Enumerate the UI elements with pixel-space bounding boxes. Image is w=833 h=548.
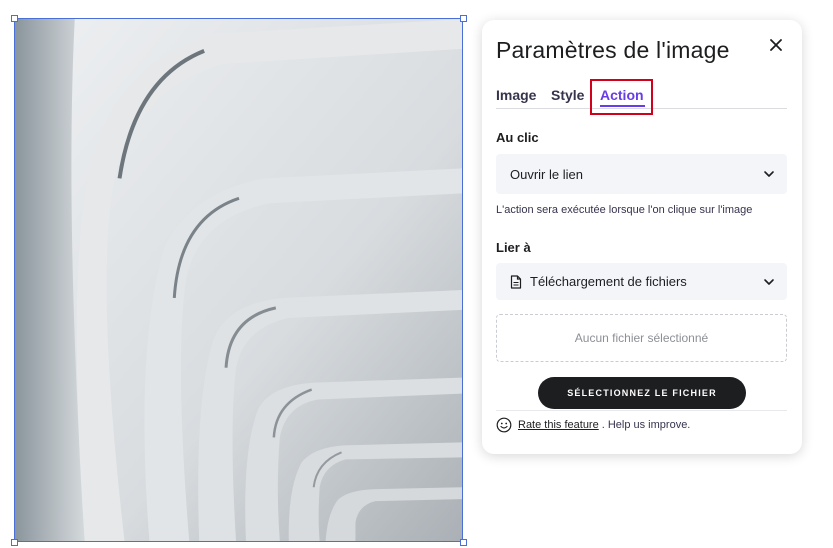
on-click-label: Au clic	[496, 130, 539, 145]
architecture-photo	[15, 19, 462, 541]
on-click-hint: L'action sera exécutée lorsque l'on cliq…	[496, 204, 753, 216]
highlight-box	[590, 79, 653, 115]
file-drop-zone[interactable]: Aucun fichier sélectionné	[496, 314, 787, 362]
tab-image[interactable]: Image	[496, 87, 536, 103]
resize-handle-bottom-left[interactable]	[11, 539, 18, 546]
close-icon	[770, 39, 782, 51]
chevron-down-icon	[764, 171, 774, 177]
tab-style[interactable]: Style	[551, 87, 584, 103]
image-settings-panel: Paramètres de l'image Image Style Action…	[482, 20, 802, 454]
rate-feature-link[interactable]: Rate this feature	[518, 419, 599, 431]
on-click-select[interactable]: Ouvrir le lien	[496, 154, 787, 194]
smiley-icon	[496, 417, 512, 433]
feedback-suffix: . Help us improve.	[601, 419, 691, 431]
resize-handle-top-left[interactable]	[11, 15, 18, 22]
feedback-row: Rate this feature . Help us improve.	[496, 417, 690, 433]
resize-handle-bottom-right[interactable]	[460, 539, 467, 546]
no-file-text: Aucun fichier sélectionné	[574, 331, 709, 345]
link-to-select[interactable]: Téléchargement de fichiers	[496, 263, 787, 300]
link-to-value: Téléchargement de fichiers	[530, 274, 687, 289]
on-click-value: Ouvrir le lien	[510, 166, 583, 182]
select-file-button[interactable]: SÉLECTIONNEZ LE FICHIER	[538, 377, 746, 409]
link-to-label: Lier à	[496, 240, 531, 255]
file-icon	[510, 274, 522, 289]
chevron-down-icon	[764, 279, 774, 285]
selected-image[interactable]	[14, 18, 463, 542]
resize-handle-top-right[interactable]	[460, 15, 467, 22]
close-button[interactable]	[766, 35, 786, 55]
divider	[496, 410, 787, 411]
panel-title: Paramètres de l'image	[496, 37, 730, 63]
